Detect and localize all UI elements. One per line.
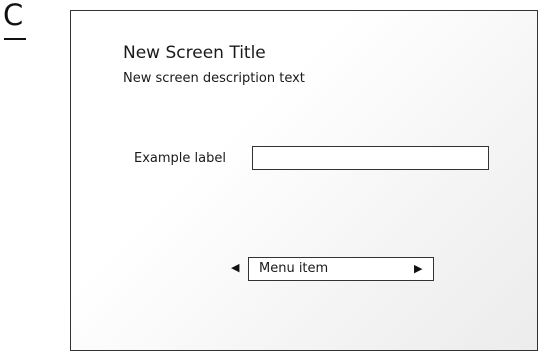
screen-title: New Screen Title: [123, 43, 266, 63]
panel-letter: C: [3, 0, 24, 32]
menu-selector[interactable]: Menu item ▶: [248, 257, 434, 281]
menu-item-label: Menu item: [259, 261, 329, 276]
panel-letter-underline: [4, 38, 26, 40]
example-field-input[interactable]: [252, 146, 489, 170]
screen-description: New screen description text: [123, 71, 305, 86]
screen-frame: New Screen Title New screen description …: [70, 10, 538, 351]
example-field-label: Example label: [134, 151, 226, 166]
triangle-right-icon[interactable]: ▶: [414, 263, 422, 274]
triangle-left-icon[interactable]: ◀: [231, 262, 239, 273]
